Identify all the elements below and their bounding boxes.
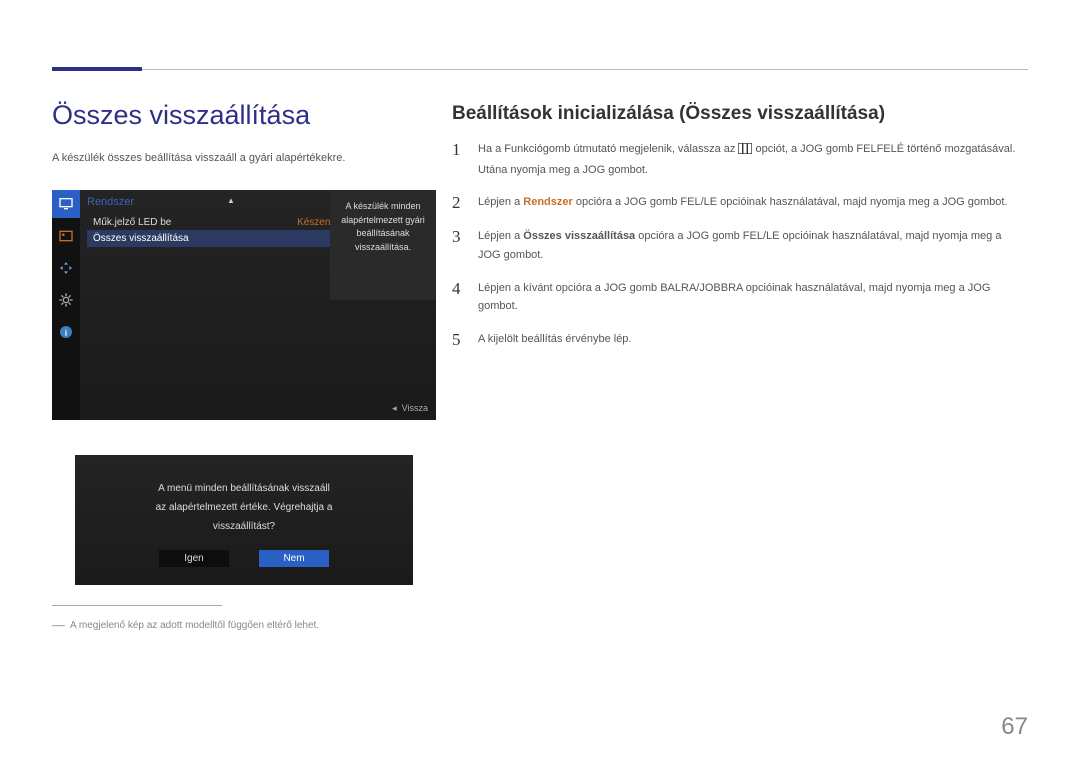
osd-back-label: ◂ Vissza bbox=[392, 403, 428, 414]
left-arrow-icon: ◂ bbox=[392, 403, 397, 413]
osd-menu-screenshot-1: i Rendszer ▲ Műk.jelző LED be Készenlét … bbox=[52, 190, 436, 420]
step-number: 1 bbox=[452, 140, 466, 179]
move-icon bbox=[52, 254, 80, 282]
osd-breadcrumb: Rendszer bbox=[87, 196, 134, 208]
step-text: Lépjen a kívánt opcióra a JOG gomb BALRA… bbox=[478, 279, 1022, 316]
osd-dialog-buttons: Igen Nem bbox=[75, 550, 413, 567]
page-number: 67 bbox=[1001, 713, 1028, 741]
monitor-icon bbox=[52, 190, 80, 218]
info-icon: i bbox=[52, 318, 80, 346]
section-title: Beállítások inicializálása (Összes vissz… bbox=[452, 103, 885, 125]
osd-help-text: A készülék minden alapértelmezett gyári … bbox=[330, 190, 436, 300]
step-3: 3 Lépjen a Összes visszaállítása opcióra… bbox=[452, 227, 1022, 264]
footnote-rule bbox=[52, 605, 222, 606]
step-text: Lépjen a Rendszer opcióra a JOG gomb FEL… bbox=[478, 193, 1022, 213]
yes-button: Igen bbox=[159, 550, 229, 567]
osd-dialog-screenshot: A menü minden beállításának visszaáll az… bbox=[75, 455, 413, 585]
step-2: 2 Lépjen a Rendszer opcióra a JOG gomb F… bbox=[452, 193, 1022, 213]
step-number: 5 bbox=[452, 330, 466, 350]
osd-sidebar: i bbox=[52, 190, 80, 420]
up-arrow-icon: ▲ bbox=[227, 196, 235, 205]
step-1: 1 Ha a Funkciógomb útmutató megjelenik, … bbox=[452, 140, 1022, 179]
header-rule bbox=[52, 69, 1028, 70]
page-title: Összes visszaállítása bbox=[52, 100, 310, 131]
osd-dialog-message: A menü minden beállításának visszaáll az… bbox=[75, 455, 413, 536]
picture-icon bbox=[52, 222, 80, 250]
gear-icon bbox=[52, 286, 80, 314]
osd-menu-item-reset-all: Összes visszaállítása bbox=[87, 230, 347, 247]
steps-list: 1 Ha a Funkciógomb útmutató megjelenik, … bbox=[452, 140, 1022, 364]
step-text: A kijelölt beállítás érvénybe lép. bbox=[478, 330, 1022, 350]
osd-menu-item-led: Műk.jelző LED be Készenlét bbox=[87, 214, 347, 231]
step-number: 2 bbox=[452, 193, 466, 213]
step-text: Ha a Funkciógomb útmutató megjelenik, vá… bbox=[478, 140, 1022, 179]
menu-grid-icon bbox=[738, 142, 752, 161]
step-4: 4 Lépjen a kívánt opcióra a JOG gomb BAL… bbox=[452, 279, 1022, 316]
osd-item-label: Összes visszaállítása bbox=[93, 233, 189, 244]
no-button: Nem bbox=[259, 550, 329, 567]
step-number: 4 bbox=[452, 279, 466, 316]
osd-item-label: Műk.jelző LED be bbox=[93, 217, 171, 228]
header-accent bbox=[52, 67, 142, 71]
footnote: ― A megjelenő kép az adott modelltől füg… bbox=[52, 617, 319, 633]
page-description: A készülék összes beállítása visszaáll a… bbox=[52, 152, 345, 164]
step-text: Lépjen a Összes visszaállítása opcióra a… bbox=[478, 227, 1022, 264]
step-number: 3 bbox=[452, 227, 466, 264]
step-5: 5 A kijelölt beállítás érvénybe lép. bbox=[452, 330, 1022, 350]
dash-icon: ― bbox=[52, 617, 65, 632]
